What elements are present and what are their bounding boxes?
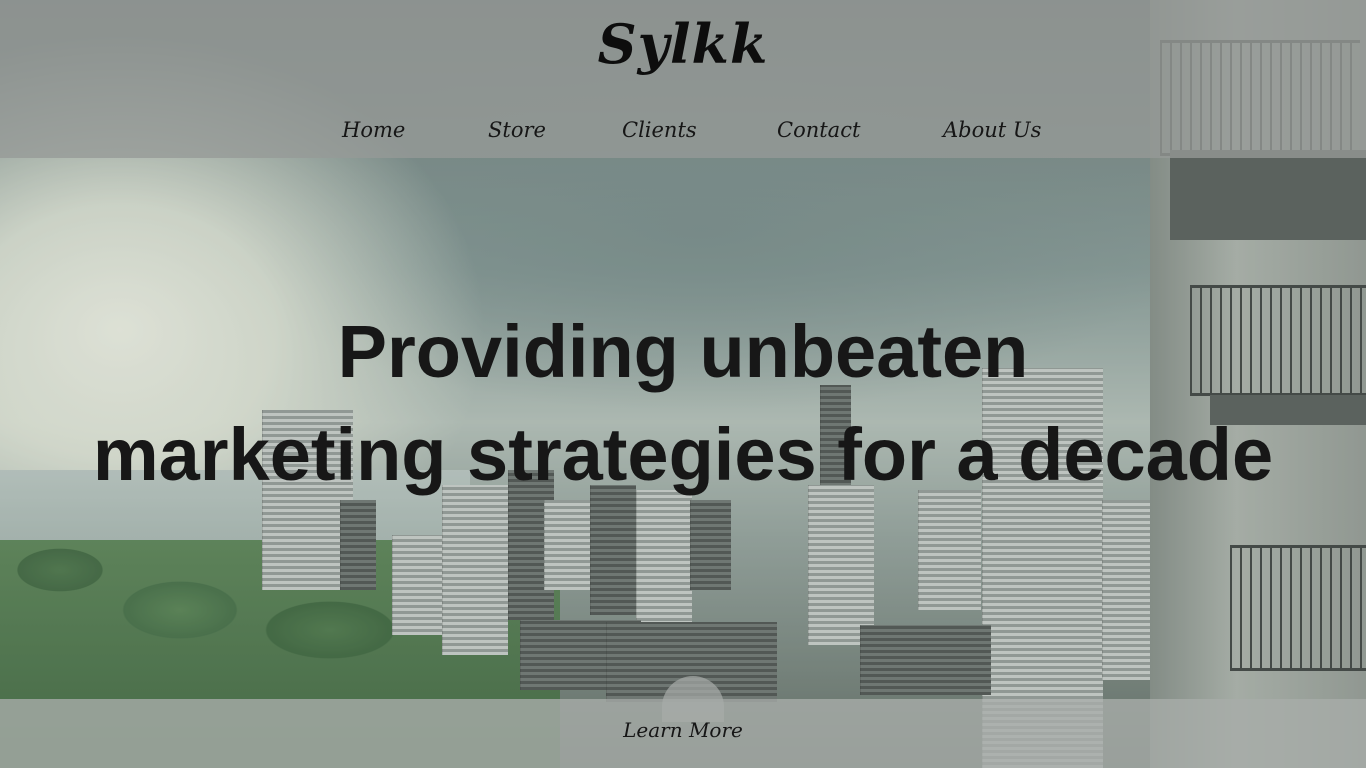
learn-more-link[interactable]: Learn More bbox=[0, 718, 1366, 742]
header-bar: Sylkk Home Store Clients Contact About U… bbox=[0, 0, 1366, 158]
nav-item-home[interactable]: Home bbox=[342, 118, 405, 142]
nav-item-about-us[interactable]: About Us bbox=[943, 118, 1041, 142]
main-nav: Home Store Clients Contact About Us bbox=[0, 118, 1366, 148]
hero-headline-line-1: Providing unbeaten bbox=[337, 310, 1029, 393]
logo[interactable]: Sylkk bbox=[0, 12, 1366, 76]
nav-item-contact[interactable]: Contact bbox=[777, 118, 860, 142]
hero-headline: Providing unbeaten marketing strategies … bbox=[0, 300, 1366, 506]
nav-item-clients[interactable]: Clients bbox=[622, 118, 697, 142]
nav-item-store[interactable]: Store bbox=[488, 118, 546, 142]
hero-headline-line-2: marketing strategies for a decade bbox=[92, 413, 1274, 496]
